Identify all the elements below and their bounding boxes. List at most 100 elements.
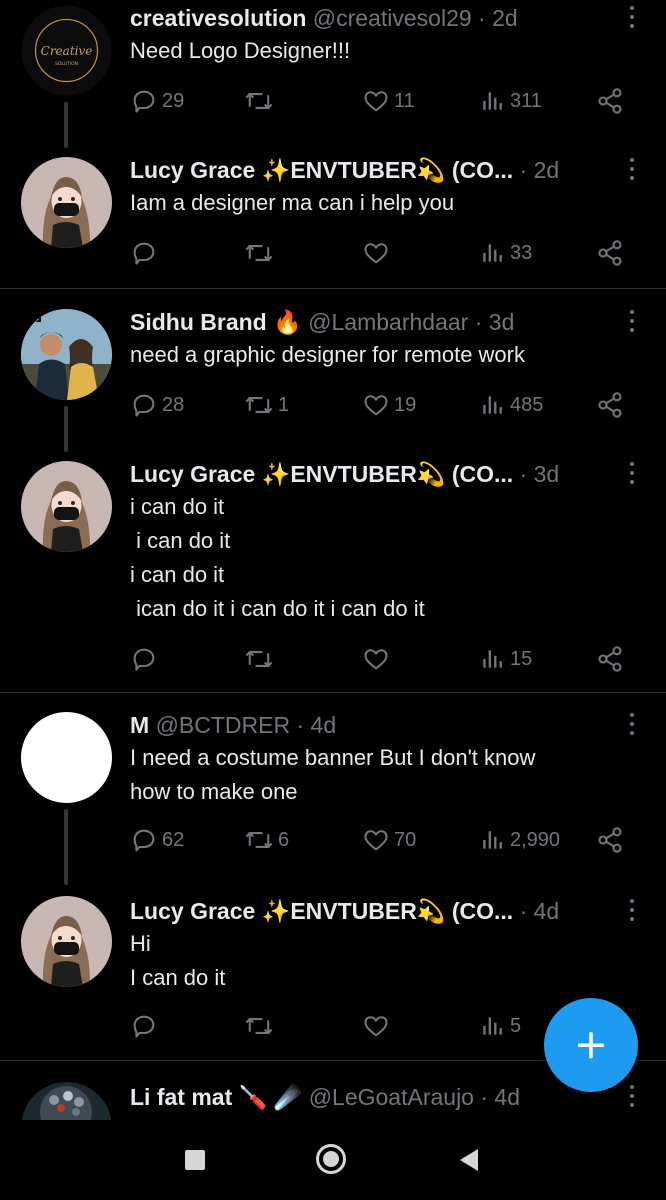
like-button[interactable]: 11 [362,84,415,118]
retweet-button[interactable] [244,642,278,676]
author-name[interactable]: Sidhu Brand [130,309,267,335]
more-options-icon[interactable] [626,899,638,925]
timestamp[interactable]: 3d [489,309,515,335]
tweet[interactable]: Creative SOLUTION creativesolution @crea… [0,0,666,148]
separator [0,288,666,289]
retweet-icon [245,396,273,414]
share-button[interactable] [596,642,624,676]
retweet-count: 6 [278,828,290,851]
share-button[interactable] [596,84,624,118]
reply-button[interactable] [130,1009,162,1043]
more-options-icon[interactable] [626,310,638,336]
tweet[interactable]: Lucy Grace ✨ENVTUBER💫 (CO... · 3d i can … [0,456,666,692]
share-icon [598,827,622,853]
tweet[interactable]: Rip Sidhu Brand 🔥 @Lambarhdaar · 3d need… [0,304,666,452]
retweet-button[interactable]: 1 [244,388,289,422]
like-button[interactable]: 70 [362,823,416,857]
views-button[interactable]: 5 [480,1009,521,1043]
tweet[interactable]: M @BCTDRER · 4d I need a costume banner … [0,707,666,885]
views-button[interactable]: 33 [480,236,532,270]
share-button[interactable] [596,236,624,270]
avatar-logo-subtext: SOLUTION [55,61,78,67]
author-name[interactable]: creativesolution [130,5,306,31]
home-button[interactable] [316,1144,346,1174]
author-handle[interactable]: @LeGoatAraujo [309,1084,474,1110]
more-options-icon[interactable] [626,158,638,184]
author-name[interactable]: Li fat mat [130,1084,232,1110]
like-icon [364,649,388,670]
like-button[interactable] [362,642,394,676]
avatar[interactable] [21,712,112,803]
timestamp[interactable]: 2d [492,5,518,31]
like-count: 70 [394,828,417,851]
like-button[interactable]: 19 [362,388,416,422]
tweet-text: Need Logo Designer!!! [130,38,351,63]
views-count: 5 [510,1014,522,1037]
share-icon [598,240,622,266]
reply-button[interactable] [130,236,162,270]
avatar[interactable]: Rip [21,309,112,400]
more-options-icon[interactable] [626,462,638,488]
views-button[interactable]: 15 [480,642,532,676]
reply-button[interactable]: 28 [130,388,184,422]
reply-icon [133,1015,155,1038]
avatar[interactable] [21,461,112,552]
author-handle[interactable]: @Lambarhdaar [308,309,468,335]
author-handle[interactable]: @creativesol29 [313,5,472,31]
back-button[interactable] [458,1148,480,1172]
author-name[interactable]: Lucy Grace ✨ENVTUBER💫 (CO... [130,898,513,924]
reply-button[interactable]: 62 [130,823,184,857]
views-count: 485 [510,393,544,416]
compose-button[interactable] [544,998,638,1092]
tweet-header: Lucy Grace ✨ENVTUBER💫 (CO... · 2d [130,157,560,183]
views-button[interactable]: 2,990 [480,823,560,857]
like-icon [364,830,388,851]
fire-emoji: 🔥 [273,309,302,335]
views-icon [483,650,502,668]
reply-button[interactable] [130,642,162,676]
tweet-text: I need a costume banner But I don't know… [130,745,536,804]
avatar[interactable]: Creative SOLUTION [21,5,112,96]
author-name[interactable]: M [130,712,149,738]
tweet[interactable]: Lucy Grace ✨ENVTUBER💫 (CO... · 2d Iam a … [0,152,666,288]
author-handle[interactable]: @BCTDRER [156,712,291,738]
retweet-icon [245,650,273,668]
like-button[interactable] [362,1009,394,1043]
avatar[interactable] [21,896,112,987]
retweet-button[interactable] [244,1009,278,1043]
recents-button[interactable] [185,1150,205,1170]
tweet-text: Iam a designer ma can i help you [130,190,455,215]
share-button[interactable] [596,823,624,857]
reply-button[interactable]: 29 [130,84,184,118]
like-icon [364,243,388,264]
retweet-button[interactable] [244,84,278,118]
timestamp[interactable]: 4d [311,712,337,738]
more-options-icon[interactable] [626,6,638,32]
thread-line [64,406,68,452]
like-button[interactable] [362,236,394,270]
like-icon [364,395,388,416]
author-name[interactable]: Lucy Grace ✨ENVTUBER💫 (CO... [130,461,513,487]
system-nav-bar [0,1120,666,1200]
author-name[interactable]: Lucy Grace ✨ENVTUBER💫 (CO... [130,157,513,183]
reply-icon [133,648,155,671]
timestamp[interactable]: 4d [494,1084,520,1110]
plus-icon [578,1032,604,1059]
tweet-header: Sidhu Brand 🔥 @Lambarhdaar · 3d [130,309,515,335]
retweet-button[interactable]: 6 [244,823,289,857]
views-count: 311 [510,89,542,112]
reply-icon [133,829,155,852]
retweet-icon [245,92,273,110]
avatar[interactable] [21,157,112,248]
views-button[interactable]: 311 [480,84,542,118]
share-button[interactable] [596,388,624,422]
timestamp[interactable]: 2d [534,157,560,183]
reply-count: 28 [162,393,185,416]
more-options-icon[interactable] [626,713,638,739]
timestamp[interactable]: 3d [534,461,560,487]
timestamp[interactable]: 4d [534,898,560,924]
views-button[interactable]: 485 [480,388,543,422]
avatar[interactable] [21,1082,112,1120]
share-icon [598,392,622,418]
retweet-button[interactable] [244,236,278,270]
